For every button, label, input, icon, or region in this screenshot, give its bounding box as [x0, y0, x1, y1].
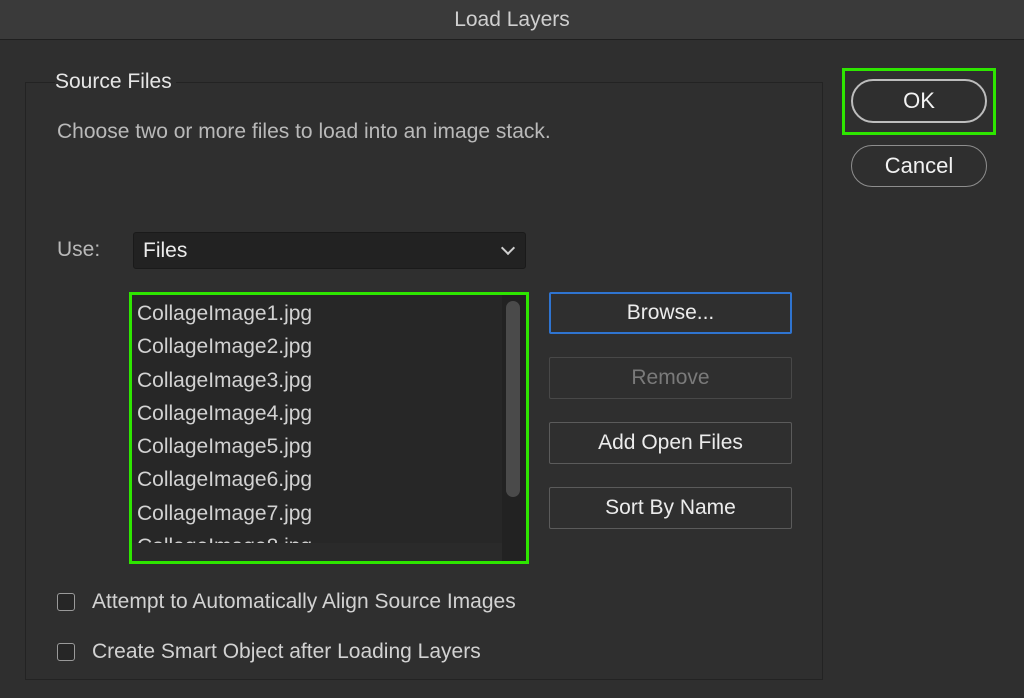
- list-item[interactable]: CollageImage3.jpg: [137, 364, 312, 397]
- chevron-down-icon: [500, 240, 516, 255]
- list-item[interactable]: CollageImage7.jpg: [137, 497, 312, 530]
- list-item[interactable]: CollageImage8.jpg: [137, 530, 312, 543]
- title-bar: Load Layers: [0, 0, 1024, 40]
- align-option[interactable]: Attempt to Automatically Align Source Im…: [57, 590, 516, 614]
- source-files-title: Source Files: [55, 70, 176, 94]
- align-label: Attempt to Automatically Align Source Im…: [92, 590, 516, 613]
- smart-object-label: Create Smart Object after Loading Layers: [92, 640, 481, 663]
- ok-button[interactable]: OK: [851, 79, 987, 123]
- smart-object-checkbox[interactable]: [57, 643, 75, 661]
- source-files-description: Choose two or more files to load into an…: [57, 120, 551, 143]
- smart-object-option[interactable]: Create Smart Object after Loading Layers: [57, 640, 481, 664]
- browse-button[interactable]: Browse...: [549, 292, 792, 334]
- file-list-items: CollageImage1.jpg CollageImage2.jpg Coll…: [137, 297, 312, 543]
- sort-by-name-button[interactable]: Sort By Name: [549, 487, 792, 529]
- file-list-horizontal-scrollbar[interactable]: [132, 543, 502, 561]
- list-item[interactable]: CollageImage5.jpg: [137, 430, 312, 463]
- file-list-scrollbar[interactable]: [502, 295, 526, 561]
- list-item[interactable]: CollageImage6.jpg: [137, 463, 312, 496]
- window-title: Load Layers: [454, 7, 570, 31]
- use-dropdown[interactable]: Files: [133, 232, 526, 269]
- list-item[interactable]: CollageImage4.jpg: [137, 397, 312, 430]
- file-list[interactable]: CollageImage1.jpg CollageImage2.jpg Coll…: [129, 292, 529, 564]
- cancel-button[interactable]: Cancel: [851, 145, 987, 187]
- use-label: Use:: [57, 238, 101, 261]
- list-item[interactable]: CollageImage2.jpg: [137, 330, 312, 363]
- use-dropdown-value: Files: [143, 238, 188, 262]
- list-item[interactable]: CollageImage1.jpg: [137, 297, 312, 330]
- file-list-scroll-thumb[interactable]: [506, 301, 520, 497]
- remove-button[interactable]: Remove: [549, 357, 792, 399]
- add-open-files-button[interactable]: Add Open Files: [549, 422, 792, 464]
- align-checkbox[interactable]: [57, 593, 75, 611]
